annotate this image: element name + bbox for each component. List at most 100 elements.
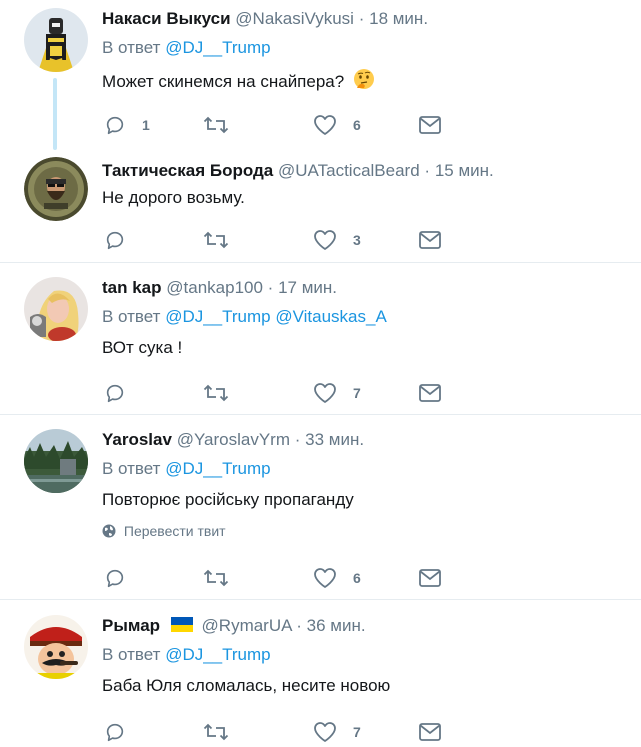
tweet: Тактическая Борода @UATacticalBeard · 15…: [0, 150, 641, 263]
like-count: 6: [353, 117, 361, 133]
thinking-face-emoji: [353, 68, 375, 96]
reply-prefix: В ответ: [102, 645, 161, 664]
reply-button[interactable]: 1: [104, 113, 150, 137]
replying-to: В ответ @DJ__Trump: [102, 458, 631, 480]
retweet-button[interactable]: [203, 228, 245, 252]
thread-line: [53, 78, 57, 150]
reply-icon: [106, 569, 124, 588]
tweet-text: ВОт сука !: [102, 338, 183, 357]
separator-dot: ·: [296, 616, 302, 635]
globe-icon: [102, 524, 116, 538]
display-name[interactable]: Рымар: [102, 616, 160, 635]
avatar[interactable]: [24, 277, 88, 341]
retweet-button[interactable]: [203, 566, 245, 590]
retweet-icon: [203, 723, 229, 741]
tweet-text: Может скинемся на снайпера?: [102, 68, 631, 96]
retweet-icon: [203, 116, 229, 134]
retweet-icon: [203, 384, 229, 402]
reply-button[interactable]: [104, 228, 142, 252]
reply-prefix: В ответ: [102, 307, 161, 326]
like-button[interactable]: 7: [313, 381, 361, 405]
reply-icon: [106, 384, 124, 403]
reply-icon: [106, 116, 124, 135]
replying-to: В ответ @DJ__Trump: [102, 644, 631, 666]
separator-dot: ·: [267, 278, 274, 297]
reply-count: 1: [142, 117, 150, 133]
like-icon: [314, 115, 336, 135]
reply-icon: [106, 723, 124, 742]
tweet: Рымар @RymarUA · 36 мин. В ответ @DJ__Tr…: [0, 600, 641, 747]
separator-dot: ·: [424, 161, 431, 180]
mention-link[interactable]: @DJ__Trump: [165, 307, 270, 326]
reply-icon: [106, 231, 124, 250]
tweet: tan kap @tankap100 · 17 мин. В ответ @DJ…: [0, 263, 641, 415]
mention-link[interactable]: @DJ__Trump: [165, 38, 270, 57]
replying-to: В ответ @DJ__Trump: [102, 37, 631, 59]
reply-prefix: В ответ: [102, 38, 161, 57]
direct-message-button[interactable]: [418, 720, 442, 744]
tweet-time[interactable]: 33 мин.: [305, 430, 364, 449]
replying-to: В ответ @DJ__Trump @Vitauskas_A: [102, 306, 631, 328]
like-button[interactable]: 6: [313, 566, 361, 590]
like-button[interactable]: 7: [313, 720, 361, 744]
tweet-text: Не дорого возьму.: [102, 188, 245, 207]
tweet-text: Повторює російську пропаганду: [102, 490, 354, 509]
user-handle[interactable]: @RymarUA: [202, 616, 292, 635]
like-icon: [314, 383, 336, 403]
direct-message-icon: [419, 116, 441, 134]
display-name[interactable]: tan kap: [102, 278, 162, 297]
direct-message-icon: [419, 384, 441, 402]
translate-tweet-link[interactable]: Перевести твит: [102, 522, 631, 540]
retweet-button[interactable]: [203, 720, 245, 744]
direct-message-button[interactable]: [418, 113, 442, 137]
tweet-text: Баба Юля сломалась, несите новою: [102, 676, 391, 695]
avatar[interactable]: [24, 8, 88, 72]
tweet-time[interactable]: 18 мин.: [369, 9, 428, 28]
like-button[interactable]: 3: [313, 228, 361, 252]
avatar[interactable]: [24, 615, 88, 679]
separator-dot: ·: [294, 430, 301, 449]
reply-prefix: В ответ: [102, 459, 161, 478]
mention-link[interactable]: @DJ__Trump: [165, 459, 270, 478]
like-icon: [314, 722, 336, 742]
like-icon: [314, 230, 336, 250]
user-handle[interactable]: @NakasiVykusi: [235, 9, 354, 28]
retweet-button[interactable]: [203, 113, 245, 137]
display-name[interactable]: Накаси Выкуси: [102, 9, 231, 28]
mention-link[interactable]: @Vitauskas_A: [275, 307, 386, 326]
tweet: Yaroslav @YaroslavYrm · 33 мин. В ответ …: [0, 415, 641, 600]
mention-link[interactable]: @DJ__Trump: [165, 645, 270, 664]
tweet-text-body: Может скинемся на снайпера?: [102, 72, 345, 91]
direct-message-button[interactable]: [418, 381, 442, 405]
reply-button[interactable]: [104, 566, 142, 590]
like-count: 7: [353, 385, 361, 401]
tweet-time[interactable]: 17 мин.: [278, 278, 337, 297]
retweet-icon: [203, 231, 229, 249]
like-count: 3: [353, 232, 361, 248]
user-handle[interactable]: @tankap100: [166, 278, 263, 297]
separator-dot: ·: [358, 9, 365, 28]
like-icon: [314, 568, 336, 588]
user-handle[interactable]: @YaroslavYrm: [177, 430, 290, 449]
direct-message-button[interactable]: [418, 566, 442, 590]
direct-message-icon: [419, 231, 441, 249]
direct-message-icon: [419, 569, 441, 587]
reply-button[interactable]: [104, 720, 142, 744]
reply-button[interactable]: [104, 381, 142, 405]
display-name[interactable]: Yaroslav: [102, 430, 172, 449]
tweet: Накаси Выкуси @NakasiVykusi · 18 мин. В …: [0, 0, 641, 150]
translate-label: Перевести твит: [123, 523, 226, 539]
direct-message-button[interactable]: [418, 228, 442, 252]
retweet-icon: [203, 569, 229, 587]
like-button[interactable]: 6: [313, 113, 361, 137]
user-handle[interactable]: @UATacticalBeard: [278, 161, 420, 180]
ukraine-flag-emoji: [170, 617, 193, 632]
avatar[interactable]: [24, 429, 88, 493]
retweet-button[interactable]: [203, 381, 245, 405]
tweet-time[interactable]: 15 мин.: [435, 161, 494, 180]
avatar[interactable]: [24, 157, 88, 221]
tweet-time[interactable]: 36 мин.: [307, 616, 366, 635]
like-count: 6: [353, 570, 361, 586]
display-name[interactable]: Тактическая Борода: [102, 161, 273, 180]
like-count: 7: [353, 724, 361, 740]
